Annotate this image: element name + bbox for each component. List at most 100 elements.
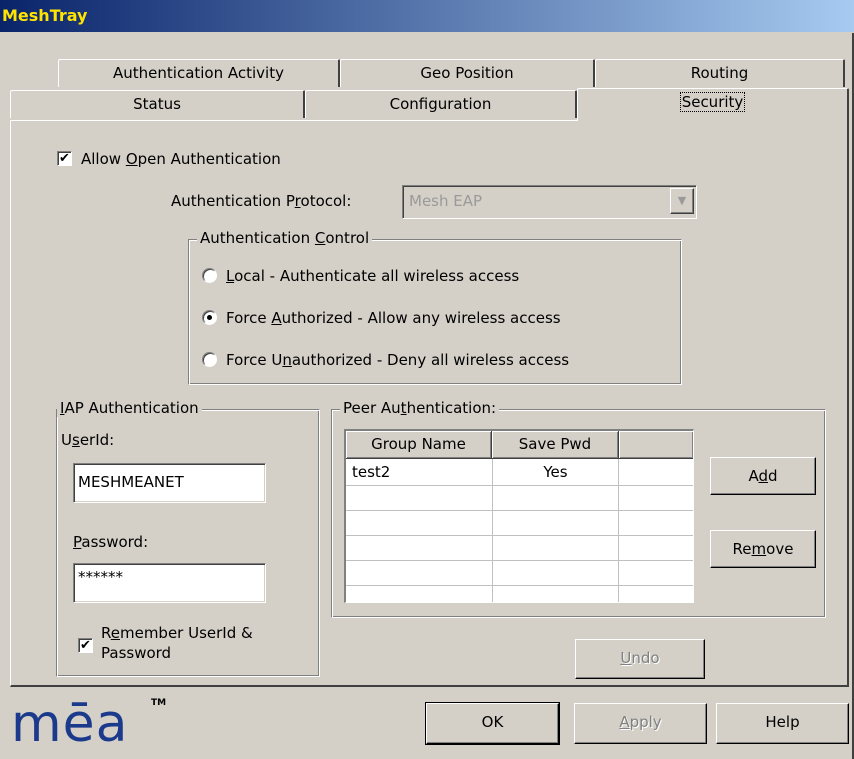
- add-button[interactable]: Add: [710, 457, 816, 495]
- grid-line: [346, 485, 693, 486]
- label-part: pply: [629, 713, 662, 731]
- window-title: MeshTray: [2, 6, 88, 25]
- radio-selected-dot: [207, 315, 212, 320]
- radio-force-unauthorized[interactable]: [202, 352, 217, 367]
- password-input[interactable]: ******: [73, 563, 266, 603]
- label-part: Authentication P: [171, 192, 295, 210]
- radio-force-unauthorized-label[interactable]: Force Unauthorized - Deny all wireless a…: [226, 351, 569, 369]
- trademark-mark: TM: [151, 698, 167, 708]
- radio-local[interactable]: [202, 268, 217, 283]
- label-part: Force: [226, 309, 272, 327]
- label-part: ontrol: [325, 229, 370, 247]
- security-tab-panel: ✔ Allow Open Authentication Authenticati…: [10, 120, 849, 687]
- protocol-select[interactable]: Mesh EAP ▼: [402, 185, 697, 219]
- grid-line: [346, 560, 693, 561]
- column-header-extra[interactable]: [619, 431, 693, 459]
- tab-status[interactable]: Status: [10, 90, 305, 118]
- password-value: ******: [78, 568, 123, 586]
- remember-line-2: Password: [101, 644, 172, 662]
- label-part: U: [61, 431, 72, 449]
- column-header-save-pwd[interactable]: Save Pwd: [492, 431, 619, 459]
- allow-open-auth-checkbox[interactable]: ✔: [57, 151, 72, 166]
- table-cell-group-name[interactable]: test2: [352, 459, 390, 485]
- label-mnemonic: C: [314, 229, 326, 247]
- label-mnemonic: e: [110, 624, 120, 642]
- grid-line: [346, 585, 693, 586]
- tab-label: Geo Position: [420, 64, 514, 82]
- label-part: Authentication: [200, 229, 315, 247]
- logo-text: mēa: [11, 694, 129, 754]
- radio-force-authorized[interactable]: [202, 310, 217, 325]
- chevron-down-icon[interactable]: ▼: [670, 188, 694, 214]
- remember-line-1: Remember UserId &: [101, 623, 253, 643]
- label-part: Re: [732, 540, 752, 558]
- peer-auth-table[interactable]: Group Name Save Pwd test2 Yes: [344, 429, 694, 603]
- peer-auth-legend: Peer Authentication:: [340, 399, 500, 417]
- label-part: otocol:: [300, 192, 352, 210]
- userid-input[interactable]: MESHMEANET: [73, 463, 266, 503]
- column-header-group-name[interactable]: Group Name: [346, 431, 492, 459]
- label-part: ove: [766, 540, 794, 558]
- label-part: uthorized - Allow any wireless access: [281, 309, 561, 327]
- label-part: R: [101, 624, 111, 642]
- ok-button[interactable]: OK: [425, 702, 560, 745]
- auth-control-legend: Authentication Control: [197, 229, 373, 247]
- label-part: ndo: [631, 649, 660, 667]
- password-label: Password:: [73, 533, 148, 551]
- grid-line: [346, 510, 693, 511]
- grid-line: [346, 535, 693, 536]
- table-cell-save-pwd[interactable]: Yes: [492, 459, 619, 485]
- undo-button[interactable]: Undo: [575, 639, 705, 679]
- tab-geo-position[interactable]: Geo Position: [340, 59, 595, 87]
- remember-userid-label[interactable]: Remember UserId & Password: [101, 623, 253, 663]
- tab-routing[interactable]: Routing: [595, 59, 845, 87]
- tab-security[interactable]: Security: [577, 88, 849, 121]
- label-part: ocal - Authenticate all wireless access: [234, 267, 520, 285]
- protocol-label: Authentication Protocol:: [171, 192, 351, 210]
- label-part: erId:: [79, 431, 115, 449]
- label-part: A: [748, 467, 759, 485]
- label-part: Force U: [226, 351, 283, 369]
- label-mnemonic: L: [226, 267, 235, 285]
- tab-authentication-activity[interactable]: Authentication Activity: [58, 59, 340, 87]
- title-bar[interactable]: MeshTray: [0, 0, 854, 33]
- label-part: hentication:: [406, 399, 497, 417]
- tab-label: Configuration: [389, 95, 492, 113]
- tab-label: Status: [133, 95, 181, 113]
- protocol-select-value: Mesh EAP: [409, 192, 483, 210]
- checkmark-icon: ✔: [59, 151, 70, 166]
- allow-open-auth-label[interactable]: Allow Open Authentication: [81, 150, 281, 168]
- tab-configuration[interactable]: Configuration: [305, 90, 577, 118]
- label-mnemonic: m: [751, 540, 767, 558]
- label-part: authorized - Deny all wireless access: [291, 351, 570, 369]
- help-button[interactable]: Help: [716, 703, 849, 744]
- remove-button[interactable]: Remove: [710, 530, 816, 568]
- label-part: AP Authentication: [64, 399, 199, 417]
- label-mnemonic: O: [125, 150, 138, 168]
- tab-label: Security: [679, 92, 746, 112]
- label-part: d: [768, 467, 778, 485]
- label-part: Allow: [81, 150, 126, 168]
- userid-label: UserId:: [61, 431, 114, 449]
- label-mnemonic: n: [282, 351, 292, 369]
- remember-userid-checkbox[interactable]: ✔: [78, 638, 93, 653]
- label-part: assword:: [81, 533, 149, 551]
- radio-local-label[interactable]: Local - Authenticate all wireless access: [226, 267, 519, 285]
- iap-auth-legend: IAP Authentication: [57, 399, 202, 417]
- userid-value: MESHMEANET: [78, 473, 184, 491]
- label-mnemonic: d: [758, 467, 768, 485]
- meshtray-dialog: MeshTray Authentication Activity Geo Pos…: [0, 0, 854, 759]
- label-part: pen Authentication: [137, 150, 281, 168]
- tab-label: Routing: [690, 64, 749, 82]
- label-mnemonic: A: [619, 713, 630, 731]
- label-mnemonic: s: [71, 431, 80, 449]
- label-part: Peer Au: [343, 399, 401, 417]
- apply-button[interactable]: Apply: [574, 703, 707, 744]
- label-mnemonic: U: [620, 649, 632, 667]
- mea-logo: mēa TM: [11, 694, 191, 754]
- tab-label: Authentication Activity: [113, 64, 284, 82]
- label-part: member UserId &: [119, 624, 253, 642]
- radio-force-authorized-label[interactable]: Force Authorized - Allow any wireless ac…: [226, 309, 561, 327]
- checkmark-icon: ✔: [80, 638, 91, 653]
- label-mnemonic: A: [271, 309, 282, 327]
